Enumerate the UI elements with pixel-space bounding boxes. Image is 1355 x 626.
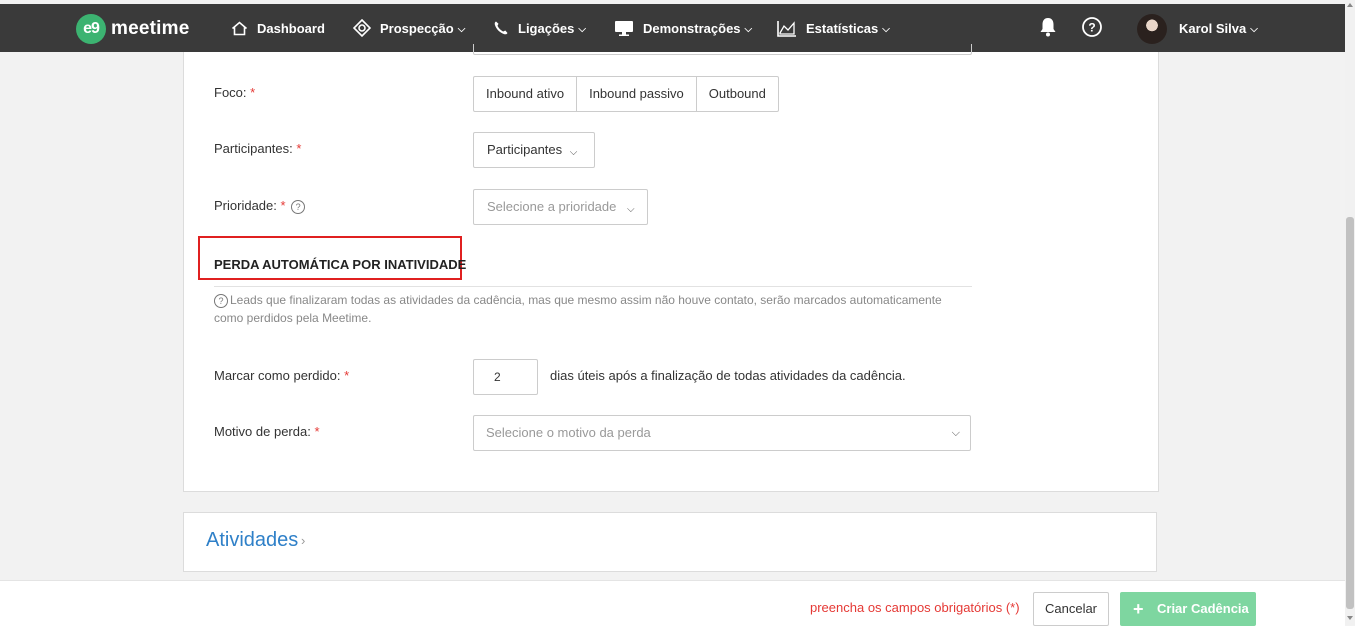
chevron-right-icon: › xyxy=(301,533,306,548)
cadence-form-card: Foco: * Inbound ativo Inbound passivo Ou… xyxy=(183,44,1159,492)
section-help-text: Leads que finalizaram todas as atividade… xyxy=(214,293,942,325)
participantes-dropdown[interactable]: Participantes ⌵ xyxy=(473,132,595,168)
help-icon[interactable]: ? xyxy=(1081,16,1103,43)
partial-field-above[interactable] xyxy=(473,44,972,55)
foco-option-inbound-ativo[interactable]: Inbound ativo xyxy=(473,76,578,112)
nav-estatisticas-label: Estatísticas xyxy=(806,20,879,36)
foco-option-outbound[interactable]: Outbound xyxy=(695,76,779,112)
scroll-up-arrow[interactable] xyxy=(1347,3,1353,7)
question-icon: ? xyxy=(214,293,228,308)
activities-title: Atividades xyxy=(206,529,299,551)
logo-mark: e9 xyxy=(76,14,106,44)
prioridade-select[interactable]: Selecione a prioridade ⌵ xyxy=(473,189,648,225)
motivo-label: Motivo de perda: * xyxy=(214,424,320,439)
section-title: PERDA AUTOMÁTICA POR INATIVIDADE xyxy=(214,257,467,272)
required-mark: * xyxy=(296,141,302,156)
chart-icon xyxy=(777,20,797,37)
phone-icon xyxy=(493,20,509,36)
nav-dashboard-label: Dashboard xyxy=(257,20,325,36)
chevron-down-icon: ⌵ xyxy=(744,23,753,35)
participantes-label: Participantes: * xyxy=(214,141,301,156)
foco-segmented: Inbound ativo Inbound passivo Outbound xyxy=(473,76,779,112)
motivo-label-text: Motivo de perda: xyxy=(214,424,311,439)
marcar-label: Marcar como perdido: * xyxy=(214,368,349,383)
prioridade-label: Prioridade: * ? xyxy=(214,198,306,214)
cancel-button[interactable]: Cancelar xyxy=(1033,592,1109,626)
chevron-down-icon: ⌵ xyxy=(627,204,635,215)
scrollbar[interactable] xyxy=(1345,0,1355,625)
motivo-select[interactable]: Selecione o motivo da perda ⌵ xyxy=(473,415,971,451)
foco-option-inbound-passivo[interactable]: Inbound passivo xyxy=(576,76,697,112)
footer-bar: preencha os campos obrigatórios (*) Canc… xyxy=(0,580,1345,626)
user-name: Karol Silva xyxy=(1179,20,1247,36)
prioridade-label-text: Prioridade: xyxy=(214,198,277,213)
foco-label: Foco: * xyxy=(214,85,255,100)
chevron-down-icon: ⌵ xyxy=(457,23,466,35)
home-icon xyxy=(231,20,248,36)
chevron-down-icon: ⌵ xyxy=(569,147,578,158)
nav-dashboard[interactable]: Dashboard xyxy=(231,4,325,52)
nav-prospeccao-label: Prospecção xyxy=(380,20,454,36)
motivo-placeholder: Selecione o motivo da perda xyxy=(486,425,651,440)
target-icon xyxy=(353,19,371,37)
participantes-button-label: Participantes xyxy=(487,142,563,157)
foco-label-text: Foco: xyxy=(214,85,247,100)
section-help: ? Leads que finalizaram todas as atividad… xyxy=(214,291,964,327)
activities-section[interactable]: Atividades › xyxy=(183,512,1157,572)
required-mark: * xyxy=(280,198,286,213)
user-menu[interactable]: Karol Silva ⌵ xyxy=(1179,4,1258,52)
required-mark: * xyxy=(314,424,320,439)
nav-demonstracoes-label: Demonstrações xyxy=(643,20,741,36)
nav-ligacoes-label: Ligações xyxy=(518,20,575,36)
bell-icon[interactable] xyxy=(1038,16,1058,43)
scroll-down-arrow[interactable] xyxy=(1347,616,1353,620)
marcar-label-text: Marcar como perdido: xyxy=(214,368,341,383)
required-warning: preencha os campos obrigatórios (*) xyxy=(810,600,1020,615)
scroll-thumb[interactable] xyxy=(1346,217,1354,609)
logo-text: meetime xyxy=(111,18,190,39)
chevron-down-icon: ⌵ xyxy=(1250,23,1258,35)
section-divider xyxy=(214,286,972,287)
days-suffix: dias úteis após a finalização de todas a… xyxy=(550,368,906,383)
create-cadence-label: Criar Cadência xyxy=(1157,601,1249,616)
svg-text:?: ? xyxy=(1088,21,1095,35)
monitor-icon xyxy=(614,20,634,37)
meetime-logo[interactable]: e9 meetime xyxy=(76,14,190,44)
participantes-label-text: Participantes: xyxy=(214,141,293,156)
nav-prospeccao[interactable]: Prospecção ⌵ xyxy=(353,4,465,52)
days-input[interactable]: 2 xyxy=(473,359,538,395)
create-cadence-button[interactable]: + Criar Cadência xyxy=(1120,592,1256,626)
required-mark: * xyxy=(344,368,350,383)
avatar[interactable] xyxy=(1137,14,1167,44)
question-icon[interactable]: ? xyxy=(291,199,306,214)
prioridade-placeholder: Selecione a prioridade xyxy=(487,199,617,214)
chevron-down-icon: ⌵ xyxy=(578,23,586,35)
chevron-down-icon: ⌵ xyxy=(882,23,890,35)
chevron-down-icon: ⌵ xyxy=(951,427,960,439)
plus-icon: + xyxy=(1133,599,1144,619)
required-mark: * xyxy=(250,85,256,100)
